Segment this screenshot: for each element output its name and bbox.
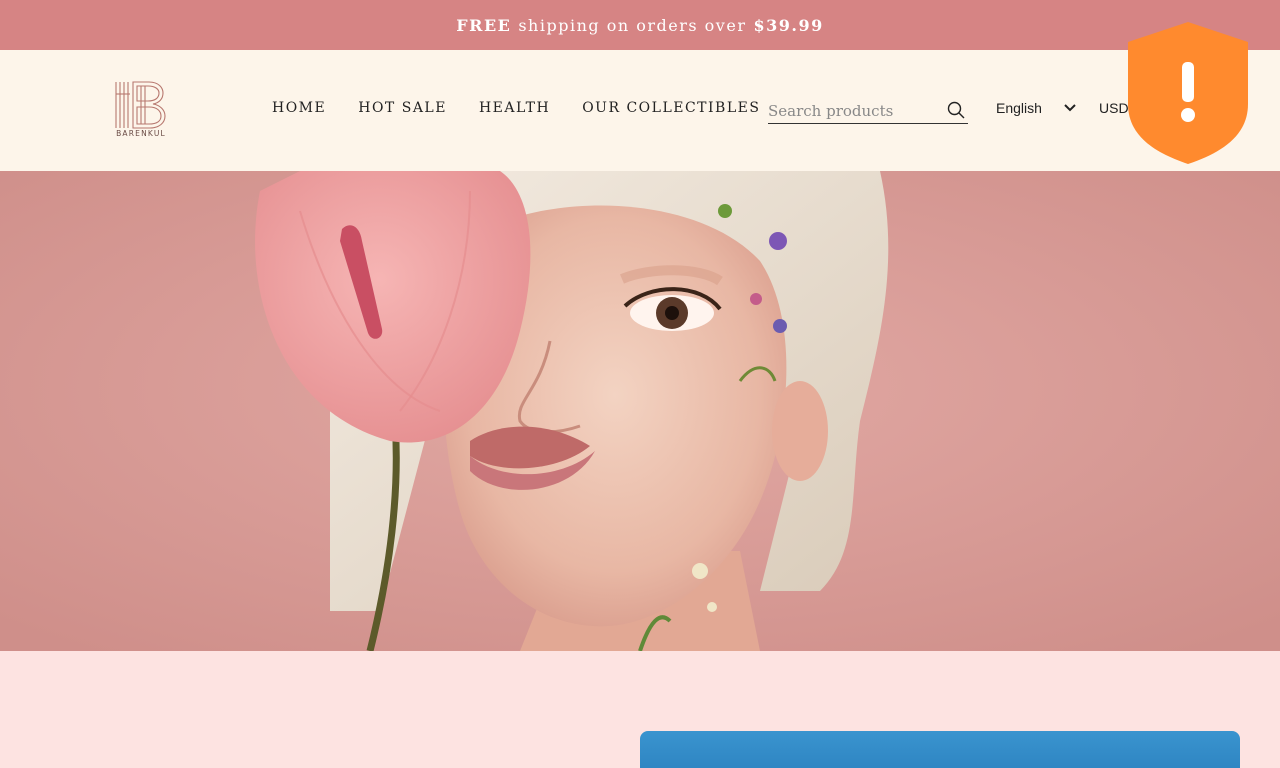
announcement-text: shipping on orders over xyxy=(518,15,747,35)
shield-alert-icon xyxy=(1128,22,1248,164)
language-selector[interactable]: English xyxy=(996,100,1076,116)
site-header: BARENKUL HOME HOT SALE HEALTH OUR COLLEC… xyxy=(0,50,1280,171)
product-image[interactable] xyxy=(640,731,1240,768)
announcement-amount: $39.99 xyxy=(753,15,824,35)
search-input[interactable] xyxy=(768,99,938,122)
announcement-bar: FREE shipping on orders over $39.99 xyxy=(0,0,1280,50)
hero-image xyxy=(0,171,1280,651)
nav-our-collectibles[interactable]: OUR COLLECTIBLES xyxy=(582,100,760,116)
chevron-down-icon xyxy=(1064,104,1076,112)
hero-banner[interactable] xyxy=(0,171,1280,651)
featured-section xyxy=(0,651,1280,768)
search-icon[interactable] xyxy=(946,100,966,120)
main-nav: HOME HOT SALE HEALTH OUR COLLECTIBLES xyxy=(272,100,760,116)
logo-text: BARENKUL xyxy=(116,129,166,138)
nav-home[interactable]: HOME xyxy=(272,100,326,116)
nav-hot-sale[interactable]: HOT SALE xyxy=(358,100,447,116)
currency-value: USD xyxy=(1099,100,1129,116)
brand-logo[interactable]: BARENKUL xyxy=(113,80,169,142)
nav-health[interactable]: HEALTH xyxy=(479,100,550,116)
security-alert-badge[interactable] xyxy=(1126,20,1250,165)
announcement-bold: FREE xyxy=(456,15,512,35)
language-value: English xyxy=(996,100,1042,116)
currency-selector[interactable]: USD xyxy=(1099,100,1129,116)
search-box xyxy=(768,98,968,124)
logo-mark-icon xyxy=(115,81,166,129)
